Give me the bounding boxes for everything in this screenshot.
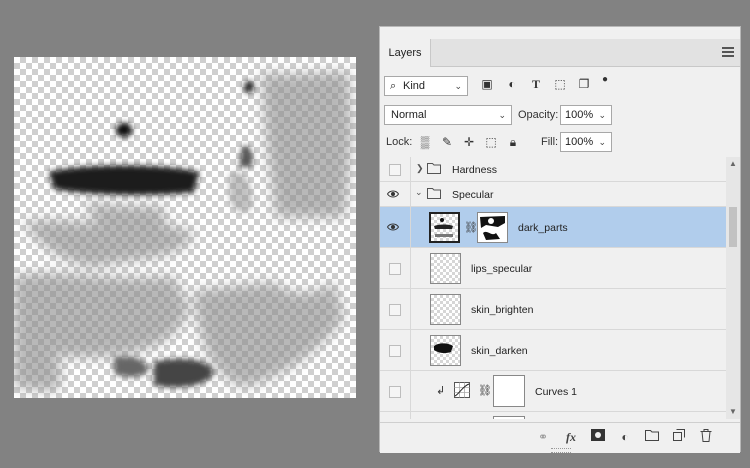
add-mask-icon[interactable]	[590, 429, 606, 445]
adjustment-filter-icon[interactable]: ◐	[505, 77, 519, 91]
layer-row-lips-specular[interactable]: lips_specular	[380, 248, 726, 289]
chevron-down-icon[interactable]: ⌄	[598, 106, 606, 124]
folder-icon	[427, 162, 441, 177]
kind-filter-label: Kind	[403, 80, 426, 92]
layer-row-specular[interactable]: ⌄ Specular	[380, 182, 726, 207]
fill-value: 100%	[565, 136, 594, 148]
visibility-toggle[interactable]	[389, 386, 401, 398]
chevron-down-icon: ⌄	[498, 110, 506, 120]
lock-image-icon[interactable]: ✎	[440, 135, 454, 149]
lock-transparent-icon[interactable]: ▒	[418, 135, 432, 149]
hamburger-icon[interactable]	[722, 47, 734, 57]
layer-thumbnail[interactable]	[430, 294, 461, 325]
layer-mask-thumbnail[interactable]	[477, 212, 508, 243]
layer-name: Specular	[452, 189, 494, 201]
smart-object-filter-icon[interactable]: ❐	[577, 77, 591, 91]
visibility-toggle[interactable]	[389, 304, 401, 316]
chevron-down-icon: ⌄	[454, 81, 462, 91]
lock-position-icon[interactable]: ✛	[462, 135, 476, 149]
eye-icon[interactable]	[386, 189, 400, 201]
visibility-toggle[interactable]	[389, 263, 401, 275]
layer-name: dark_parts	[518, 222, 568, 234]
layer-mask-thumbnail[interactable]	[493, 375, 525, 407]
filter-toggle-icon[interactable]: ●	[598, 73, 612, 87]
image-filter-icon[interactable]: ▣	[480, 77, 494, 91]
panel-resize-grip[interactable]	[551, 448, 571, 453]
layer-name: skin_brighten	[471, 304, 534, 316]
fill-label: Fill:	[541, 136, 559, 148]
layer-row-partial[interactable]	[380, 412, 726, 419]
adjustment-layer-icon[interactable]: ◐	[617, 429, 633, 445]
filter-row: ⌕ Kind ⌄ ▣ ◐ T ⬚ ❐ ●	[380, 73, 740, 99]
layer-name: skin_darken	[471, 345, 528, 357]
layer-thumbnail[interactable]	[430, 253, 461, 284]
tab-layers[interactable]: Layers	[380, 39, 431, 67]
layer-thumbnail[interactable]	[430, 335, 461, 366]
panel-tab-bar: Layers	[380, 39, 740, 67]
opacity-field[interactable]: 100% ⌄	[560, 105, 612, 125]
chevron-right-icon[interactable]: ❯	[416, 163, 424, 174]
lock-label: Lock:	[386, 136, 413, 148]
kind-filter-select[interactable]: ⌕ Kind ⌄	[384, 76, 468, 96]
fill-field[interactable]: 100% ⌄	[560, 132, 612, 152]
scroll-down-icon[interactable]: ▼	[729, 407, 737, 416]
layer-row-dark-parts[interactable]: ⛓︎ dark_parts	[380, 207, 726, 248]
opacity-label: Opacity:	[518, 109, 559, 121]
scrollbar-thumb[interactable]	[729, 207, 737, 247]
layer-thumbnail[interactable]	[429, 212, 460, 243]
new-layer-icon[interactable]	[671, 429, 687, 445]
fx-icon[interactable]: fx	[563, 429, 579, 445]
layer-name: Curves 1	[535, 386, 578, 398]
opacity-value: 100%	[565, 109, 594, 121]
texture-artwork	[14, 72, 352, 392]
chevron-down-icon[interactable]: ⌄	[598, 133, 606, 151]
link-layers-icon[interactable]: ⚭	[535, 429, 551, 445]
layer-name: Hardness	[452, 164, 497, 176]
document-canvas[interactable]	[14, 57, 356, 398]
visibility-toggle[interactable]	[389, 164, 401, 176]
blend-mode-value: Normal	[391, 109, 427, 121]
layer-name: lips_specular	[471, 263, 533, 275]
curves-adjustment-icon[interactable]	[454, 382, 470, 401]
layer-row-skin-brighten[interactable]: skin_brighten	[380, 289, 726, 330]
lock-all-icon[interactable]: 🔒︎	[506, 135, 520, 149]
folder-open-icon	[427, 187, 441, 202]
scroll-up-icon[interactable]: ▲	[729, 159, 737, 168]
layers-panel: Layers ⌕ Kind ⌄ ▣ ◐ T ⬚ ❐ ● Normal ⌄ Opa…	[379, 26, 741, 453]
layers-list[interactable]: ❯ Hardness ⌄ Specular ⛓︎ dark_parts lips…	[380, 157, 726, 419]
visibility-toggle[interactable]	[389, 345, 401, 357]
chevron-down-icon[interactable]: ⌄	[415, 187, 423, 198]
layer-row-hardness[interactable]: ❯ Hardness	[380, 157, 726, 182]
blend-mode-select[interactable]: Normal ⌄	[384, 105, 512, 125]
shape-filter-icon[interactable]: ⬚	[553, 77, 567, 91]
delete-layer-icon[interactable]	[698, 429, 714, 445]
eye-icon[interactable]	[386, 222, 400, 234]
chain-link-icon[interactable]: ⛓︎	[464, 221, 478, 234]
clipping-arrow-icon: ↲	[436, 385, 446, 397]
type-filter-icon[interactable]: T	[529, 77, 543, 91]
new-group-icon[interactable]	[644, 429, 660, 445]
layer-mask-thumbnail[interactable]	[493, 416, 525, 419]
chain-link-icon[interactable]: ⛓︎	[478, 384, 492, 397]
layers-scrollbar[interactable]: ▲ ▼	[726, 157, 740, 419]
layer-row-skin-darken[interactable]: skin_darken	[380, 330, 726, 371]
layer-row-curves-1[interactable]: ↲ ⛓︎ Curves 1	[380, 371, 726, 412]
search-icon: ⌕	[390, 80, 397, 92]
lock-artboard-icon[interactable]: ⬚	[484, 135, 498, 149]
